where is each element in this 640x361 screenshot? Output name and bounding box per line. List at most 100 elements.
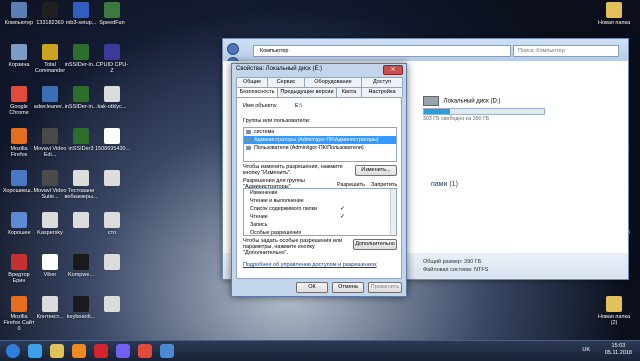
group-item[interactable]: Пользователи (Admin\igor-ПК\Пользователи… xyxy=(244,144,396,152)
desktop-icon-left[interactable]: Kaspersky xyxy=(33,212,67,236)
back-forward-buttons[interactable] xyxy=(227,43,249,69)
desktop-icon-left[interactable]: inSSIDer3 xyxy=(64,128,98,152)
desktop-icon-left[interactable]: Mozilla Firefox Сайт 0 xyxy=(2,296,36,332)
desktop-icon-label: Хорошиеш... xyxy=(2,188,36,194)
search-box[interactable]: Поиск: Компьютер xyxy=(513,45,619,57)
desktop-icon-left[interactable]: adwcleaner... xyxy=(33,86,67,110)
shortcut-icon xyxy=(42,170,58,186)
desktop-icon-left[interactable]: mb3-setup... xyxy=(64,2,98,26)
permission-name: Особые разрешения xyxy=(250,230,302,236)
advanced-button[interactable]: Дополнительно xyxy=(353,239,397,250)
taskbar-task-icon[interactable] xyxy=(160,344,174,358)
taskbar-viber-icon[interactable] xyxy=(116,344,130,358)
desktop-icon-left[interactable]: сто xyxy=(95,212,129,236)
desktop-icon-left[interactable] xyxy=(64,212,98,230)
desktop-icon-label: keyboardi... xyxy=(66,314,96,320)
tab-hardware[interactable]: Оборудование xyxy=(304,77,362,87)
desktop-icon-label: 133182369 xyxy=(36,20,64,26)
tab-quota[interactable]: Квота xyxy=(336,87,362,97)
tab-previous-versions[interactable]: Предыдущие версии xyxy=(277,87,337,97)
desktop-icon-label: Kompwe... xyxy=(68,272,94,278)
taskbar-explorer-icon[interactable] xyxy=(50,344,64,358)
desktop-icon-left[interactable]: Тестовани вебкамеры... xyxy=(64,170,98,200)
desktop-icon-left[interactable]: Вредтор Ерин xyxy=(2,254,36,284)
tab-service[interactable]: Сервис xyxy=(267,77,305,87)
desktop-icon-label: SpeedFan xyxy=(99,20,125,26)
desktop-icon-left[interactable]: 133182369 xyxy=(33,2,67,26)
desktop-icon-label: Хорошее xyxy=(7,230,31,236)
cancel-button[interactable]: Отмена xyxy=(332,282,364,293)
desktop-icon-left[interactable]: kak-otklyc... xyxy=(95,86,129,110)
taskbar-opera-icon[interactable] xyxy=(94,344,108,358)
group-item[interactable]: Администраторы (Admin\igor-ПК\Администра… xyxy=(244,136,396,144)
desktop-icon-label: Новая папка (2) xyxy=(597,314,631,326)
shortcut-icon xyxy=(104,128,120,144)
tab-general[interactable]: Общие xyxy=(236,77,268,87)
desktop-icon-right[interactable]: Новая папка (2) xyxy=(597,296,631,326)
desktop-icon-label: Контекст... xyxy=(36,314,64,320)
desktop-icon-left[interactable]: Movavi Video Suite... xyxy=(33,170,67,200)
desktop-icon-left[interactable]: CPUID CPU-Z xyxy=(95,44,129,74)
desktop-icon-left[interactable]: 1508695430... xyxy=(95,128,130,152)
desktop-icon-label: Тестовани вебкамеры... xyxy=(64,188,98,200)
desktop-icon-label: Total Commander xyxy=(34,62,66,74)
desktop-icon-left[interactable] xyxy=(95,296,129,314)
address-bar[interactable]: Компьютер xyxy=(253,45,511,57)
drive-d[interactable]: Локальный диск (D:) 303 ГБ свободно из 3… xyxy=(423,96,603,126)
ok-button[interactable]: ОК xyxy=(296,282,328,293)
desktop-icon-left[interactable]: Хорошее xyxy=(2,212,36,236)
desktop-icon-left[interactable]: Viber xyxy=(33,254,67,278)
desktop-icon-left[interactable]: Total Commander xyxy=(33,44,67,74)
desktop-icon-left[interactable]: Movavi Video Edi... xyxy=(33,128,67,158)
shortcut-icon xyxy=(42,128,58,144)
desktop-icon-left[interactable]: keyboardi... xyxy=(64,296,98,320)
desktop-icon-left[interactable]: Mozilla Firefox xyxy=(2,128,36,158)
status-total: Общий размер: 390 ГБ xyxy=(423,259,482,265)
allow-check-icon: ✓ xyxy=(340,214,346,220)
desktop-icon-left[interactable]: Компьютер xyxy=(2,2,36,26)
tab-security[interactable]: Безопасность xyxy=(236,87,278,97)
desktop-icon-left[interactable]: inSSIDer-in... xyxy=(64,44,98,68)
help-link[interactable]: Подробнее об управлении доступом и разре… xyxy=(243,262,377,268)
desktop-icon-left[interactable]: Контекст... xyxy=(33,296,67,320)
desktop-icon-label: Movavi Video Suite... xyxy=(33,188,67,200)
taskbar-chrome-icon[interactable] xyxy=(138,344,152,358)
apply-button[interactable]: Применить xyxy=(368,282,402,293)
clock[interactable]: 15:03 05.11.2018 xyxy=(605,343,632,357)
shortcut-icon xyxy=(606,2,622,18)
shortcut-icon xyxy=(73,2,89,18)
taskbar-ie-icon[interactable] xyxy=(28,344,42,358)
desktop-icon-left[interactable]: inSSIDer-in... xyxy=(64,86,98,110)
change-button[interactable]: Изменить... xyxy=(355,165,397,176)
groups-listbox[interactable]: система Администраторы (Admin\igor-ПК\Адм… xyxy=(243,127,397,162)
shortcut-icon xyxy=(104,86,120,102)
desktop-icon-left[interactable]: Kompwe... xyxy=(64,254,98,278)
close-button[interactable]: ✕ xyxy=(383,65,403,75)
shortcut-icon xyxy=(73,254,89,270)
shortcut-icon xyxy=(73,128,89,144)
taskbar-start-orb-icon[interactable] xyxy=(6,344,20,358)
language-indicator[interactable]: UK xyxy=(582,347,590,353)
tab-settings[interactable]: Настройка xyxy=(361,87,403,97)
desktop-icon-left[interactable]: SpeedFan xyxy=(95,2,129,26)
properties-dialog[interactable]: Свойства: Локальный диск (E:) ✕ Общие Се… xyxy=(231,63,407,297)
shortcut-icon xyxy=(104,170,120,186)
group-item[interactable]: система xyxy=(244,128,396,136)
back-icon[interactable] xyxy=(227,43,239,55)
permission-name: Чтение и выполнение xyxy=(250,198,304,204)
desktop-icon-right[interactable]: Новая папка xyxy=(597,2,631,26)
taskbar-media-icon[interactable] xyxy=(72,344,86,358)
shortcut-icon xyxy=(11,254,27,270)
tab-sharing[interactable]: Доступ xyxy=(361,77,403,87)
desktop-icon-left[interactable]: Корзина xyxy=(2,44,36,68)
shortcut-icon xyxy=(11,170,27,186)
desktop-icon-left[interactable] xyxy=(95,254,129,272)
desktop-icon-left[interactable] xyxy=(95,170,129,188)
desktop-icon-left[interactable]: Google Chrome xyxy=(2,86,36,116)
desktop-icon-label: Компьютер xyxy=(4,20,34,26)
shortcut-icon xyxy=(73,44,89,60)
permissions-list[interactable]: Изменение Чтение и выполнение Список содер… xyxy=(243,188,397,236)
drive-free: 303 ГБ свободно из 390 ГБ xyxy=(423,116,490,122)
desktop-icon-left[interactable]: Хорошиеш... xyxy=(2,170,36,194)
shortcut-icon xyxy=(73,212,89,228)
